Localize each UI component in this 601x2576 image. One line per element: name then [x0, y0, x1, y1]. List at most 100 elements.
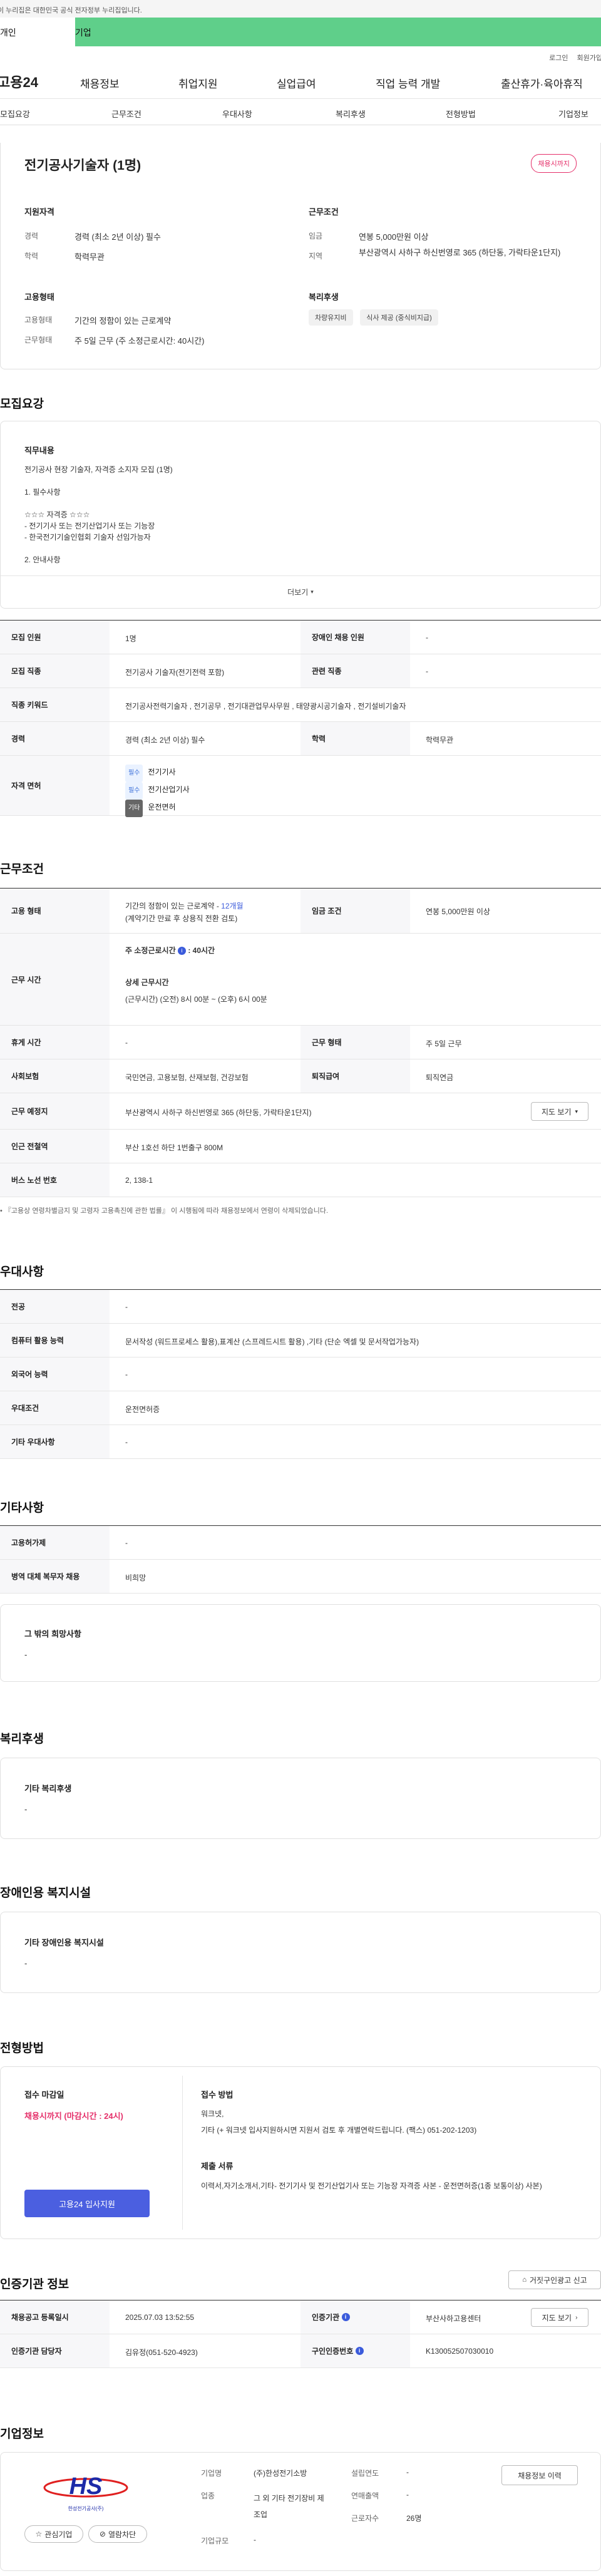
table-row: 고용허가제 - — [0, 1526, 601, 1560]
report-button[interactable]: ⌂ 거짓구인광고 신고 — [508, 2270, 601, 2289]
table-header: 우대조건 — [0, 1391, 110, 1425]
block-company-button[interactable]: ⊘ 열람차단 — [88, 2525, 147, 2543]
disabled-title: 장애인용 복지시설 — [0, 1887, 91, 1900]
nav-unemployment-benefit[interactable]: 실업급여 — [277, 75, 316, 91]
benefit-title: 복리후생 — [0, 1733, 44, 1746]
company-label: 연매출액 — [351, 2491, 379, 2500]
cond-area-value: 부산광역시 사하구 하신번영로 365 (하단동, 가락타운1단지) — [359, 248, 561, 257]
license-name: 운전면허 — [148, 803, 176, 811]
table-cell: 문서작성 (워드프로세스 활용),표계산 (스프레드시트 활용) ,기타 (단순… — [125, 1337, 419, 1346]
table-header: 근무 형태 — [300, 1026, 410, 1059]
table-cell: - — [125, 1538, 128, 1547]
disabled-box-title: 기타 장애인용 복지시설 — [24, 1938, 104, 1947]
star-icon: ☆ — [35, 2530, 43, 2538]
main-nav: 고용24 채용정보 취업지원 실업급여 직업 능력 개발 출산휴가·육아휴직 — [0, 64, 601, 99]
subnav-process[interactable]: 전형방법 — [446, 108, 476, 120]
company-logo: HS 한성전기공사(주) — [24, 2466, 147, 2517]
emp-note: (계약기간 만료 후 상용직 전환 검토) — [125, 914, 238, 923]
table-row: 자격 면허 필수 전기기사 필수 전기산업기사 기타 운전면허 — [0, 756, 601, 817]
company-value: - — [254, 2535, 256, 2544]
duty-line: - 전기기사 또는 전기산업기사 또는 기능장 — [24, 522, 155, 530]
login-link[interactable]: 로그인 — [549, 53, 568, 64]
table-row: 컴퓨터 활용 능력 문서작성 (워드프로세스 활용),표계산 (스프레드시트 활용… — [0, 1324, 601, 1358]
table-row: 사회보험 국민연금, 고용보험, 산재보험, 건강보험 퇴직급여 퇴직연금 — [0, 1059, 601, 1093]
duty-text: 전기공사 현장 기술자, 자격증 소지자 모집 (1명) 1. 필수사항 ☆☆☆… — [24, 464, 173, 565]
table-row: 모집 직종 전기공사 기술자(전기전력 포함) 관련 직종 - — [0, 654, 601, 688]
table-cell: - — [125, 1038, 128, 1047]
gov-banner: 이 누리집은 대한민국 공식 전자정부 누리집입니다. — [0, 0, 601, 18]
table-header: 관련 직종 — [300, 654, 410, 688]
duty-title: 직무내용 — [24, 446, 54, 455]
section-nav: 모집요강 근무조건 우대사항 복리후생 전형방법 기업정보 — [0, 99, 601, 125]
disabled-card: 기타 장애인용 복지시설 - — [0, 1912, 601, 1993]
table-cell: - — [125, 1438, 128, 1446]
deadline-badge: 채용시까지 — [531, 154, 577, 173]
subnav-prefer[interactable]: 우대사항 — [222, 108, 252, 120]
nav-jobs[interactable]: 채용정보 — [80, 75, 120, 91]
table-row: 직종 키워드 전기공사전력기술자 , 전기공무 , 전기대관업무사무원 , 태양… — [0, 688, 601, 722]
nav-parental-leave[interactable]: 출산휴가·육아휴직 — [501, 75, 583, 91]
map-button[interactable]: 지도 보기 ▾ — [531, 1102, 588, 1121]
more-button[interactable]: 더보기 ▾ — [1, 575, 600, 608]
tab-business[interactable]: 기업 — [75, 18, 601, 46]
table-cell: - — [125, 1370, 128, 1379]
history-button[interactable]: 채용정보 이력 — [501, 2465, 578, 2485]
info-icon[interactable]: i — [341, 2313, 350, 2321]
cond-wage-value: 연봉 5,000만원 이상 — [359, 232, 429, 242]
apply-button[interactable]: 고용24 입사지원 — [24, 2190, 150, 2217]
docs-value: 이력서,자기소개서,기타- 전기기사 및 전기산업기사 또는 기능장 자격증 사… — [201, 2182, 542, 2190]
emp-months: 12개월 — [221, 902, 244, 910]
table-header: 모집 인원 — [0, 621, 110, 654]
table-cell: 국민연금, 고용보험, 산재보험, 건강보험 — [125, 1073, 249, 1082]
table-row: 휴게 시간 - 근무 형태 주 5일 근무 — [0, 1026, 601, 1059]
utility-bar: 로그인 회원가입 — [0, 46, 601, 64]
table-header: 버스 노선 번호 — [0, 1163, 110, 1197]
join-link[interactable]: 회원가입 — [577, 53, 601, 64]
emp-type-text: 기간의 정함이 있는 근로계약 - — [125, 902, 222, 910]
welfare-chip: 식사 제공 (중식비지급) — [360, 309, 438, 326]
tab-personal[interactable]: 개인 — [0, 18, 75, 46]
summary-card: 전기공사기술자 (1명) 채용시까지 지원자격 경력 경력 (최소 2년 이상)… — [0, 143, 601, 369]
method-title: 접수 방법 — [201, 2090, 234, 2099]
license-name: 전기산업기사 — [148, 785, 190, 794]
qual-edu-label: 학력 — [24, 252, 39, 260]
duty-line: 2. 안내사항 — [24, 555, 61, 564]
benefit-card: 기타 복리후생 - — [0, 1758, 601, 1839]
favorite-company-button[interactable]: ☆ 관심기업 — [24, 2525, 83, 2543]
process-card: 접수 마감일 채용시까지 (마감시간 : 24시) 고용24 입사지원 접수 방… — [0, 2066, 601, 2239]
info-icon[interactable]: i — [355, 2347, 364, 2355]
table-cell: 김유정(051-520-4923) — [125, 2348, 198, 2357]
subnav-company[interactable]: 기업정보 — [558, 108, 588, 120]
agency-map-button[interactable]: 지도 보기 › — [531, 2308, 588, 2327]
company-label: 업종 — [201, 2491, 215, 2500]
etc-title: 기타사항 — [0, 1502, 44, 1515]
welfare-chips: 차량유지비 식사 제공 (중식비지급) — [309, 309, 443, 326]
disabled-box-value: - — [24, 1959, 28, 1968]
divider — [182, 2076, 183, 2230]
company-label: 설립연도 — [351, 2469, 379, 2478]
site-logo[interactable]: 고용24 — [0, 71, 53, 91]
table-row: 전공 - — [0, 1290, 601, 1324]
subnav-recruit[interactable]: 모집요강 — [0, 108, 30, 120]
deadline-value: 채용시까지 (마감시간 : 24시) — [24, 2111, 123, 2121]
info-icon[interactable]: i — [177, 947, 186, 956]
subnav-benefit[interactable]: 복리후생 — [336, 108, 366, 120]
emp-type-value: 기간의 정함이 있는 근로계약 — [74, 316, 172, 326]
hours-main: 주 소정근로시간 — [125, 946, 176, 955]
table-cell: 주 소정근로시간 i : 40시간 상세 근무시간 (근무시간) (오전) 8시… — [125, 945, 267, 1004]
table-row: 채용공고 등록일시 2025.07.03 13:52:55 인증기관 i 부산사… — [0, 2300, 601, 2334]
qual-career-value: 경력 (최소 2년 이상) 필수 — [74, 232, 161, 242]
table-header: 경력 — [0, 722, 110, 755]
company-logo-image: HS 한성전기공사(주) — [43, 2473, 128, 2512]
table-cell: 주 5일 근무 — [426, 1039, 462, 1048]
nav-job-training[interactable]: 직업 능력 개발 — [376, 75, 440, 91]
table-header: 기타 우대사항 — [0, 1425, 110, 1458]
company-label: 기업명 — [201, 2469, 222, 2478]
recruit-title: 모집요강 — [0, 398, 44, 411]
company-value: 26명 — [406, 2514, 422, 2523]
company-title: 기업정보 — [0, 2428, 44, 2441]
qual-title: 지원자격 — [24, 207, 54, 217]
table-header: 직종 키워드 — [0, 688, 110, 721]
nav-employment-support[interactable]: 취업지원 — [178, 75, 218, 91]
subnav-work[interactable]: 근무조건 — [111, 108, 141, 120]
